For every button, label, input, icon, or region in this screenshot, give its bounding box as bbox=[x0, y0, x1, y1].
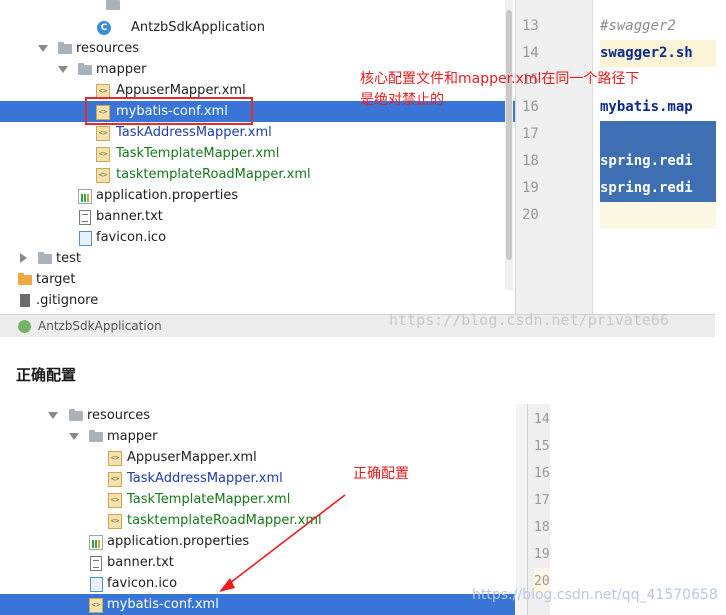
watermark: https://blog.csdn.net/qq_41570658 bbox=[472, 587, 718, 603]
arrow-line bbox=[225, 494, 346, 587]
annotation-arrow bbox=[219, 494, 346, 592]
